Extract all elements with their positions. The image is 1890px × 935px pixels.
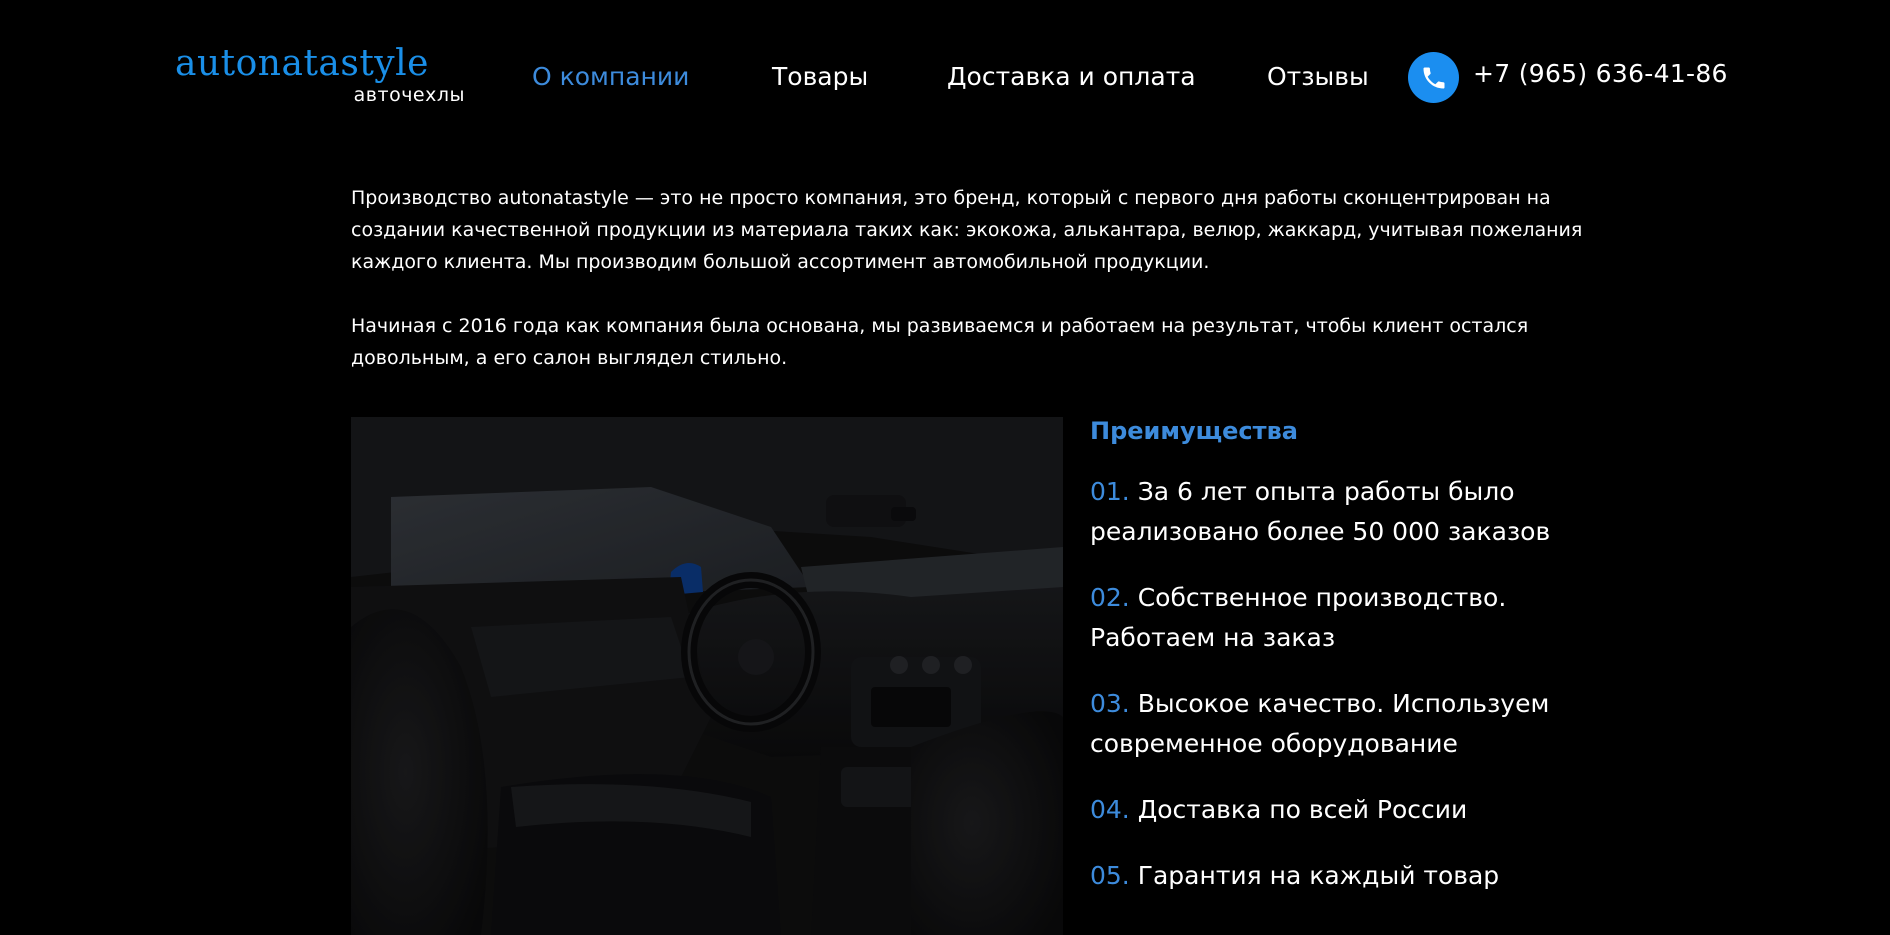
advantage-item: 02. Собственное производство. Работаем н… [1090, 578, 1610, 658]
advantage-text: За 6 лет опыта работы было реализовано б… [1090, 477, 1551, 546]
advantage-text: Собственное производство. Работаем на за… [1090, 583, 1507, 652]
nav-item-delivery[interactable]: Доставка и оплата [947, 60, 1196, 94]
phone-glyph [1423, 67, 1444, 88]
advantage-number: 04. [1090, 795, 1130, 824]
advantage-item: 03. Высокое качество. Используем совреме… [1090, 684, 1610, 764]
logo[interactable]: autonatastyle авточехлы [175, 42, 475, 117]
car-interior-illustration [351, 417, 1063, 935]
advantage-item: 04. Доставка по всей России [1090, 790, 1610, 830]
advantage-number: 03. [1090, 689, 1130, 718]
logo-tagline: авточехлы [353, 84, 465, 106]
nav-item-products[interactable]: Товары [772, 60, 868, 94]
car-interior-image [351, 417, 1063, 935]
advantages-section: Преимущества 01. За 6 лет опыта работы б… [1090, 414, 1610, 922]
nav-item-about[interactable]: О компании [532, 60, 689, 94]
advantage-item: 05. Гарантия на каждый товар [1090, 856, 1610, 896]
advantage-text: Высокое качество. Используем современное… [1090, 689, 1550, 758]
intro-paragraph-1: Производство autonatastyle — это не прос… [351, 187, 1583, 273]
phone-number-link[interactable]: +7 (965) 636-41-86 [1473, 57, 1728, 91]
intro-text: Производство autonatastyle — это не прос… [351, 182, 1601, 406]
advantages-list: 01. За 6 лет опыта работы было реализова… [1090, 472, 1610, 896]
logo-wordmark: autonatastyle [175, 43, 429, 84]
advantages-title: Преимущества [1090, 417, 1298, 445]
site-header: autonatastyle авточехлы О компании Товар… [0, 0, 1890, 150]
intro-paragraph-2: Начиная с 2016 года как компания была ос… [351, 315, 1529, 369]
advantage-number: 05. [1090, 861, 1130, 890]
nav-item-reviews[interactable]: Отзывы [1267, 60, 1369, 94]
phone-icon[interactable] [1408, 52, 1459, 103]
advantage-number: 02. [1090, 583, 1130, 612]
advantage-number: 01. [1090, 477, 1130, 506]
advantage-text: Доставка по всей России [1137, 795, 1468, 824]
advantage-text: Гарантия на каждый товар [1137, 861, 1500, 890]
advantage-item: 01. За 6 лет опыта работы было реализова… [1090, 472, 1610, 552]
